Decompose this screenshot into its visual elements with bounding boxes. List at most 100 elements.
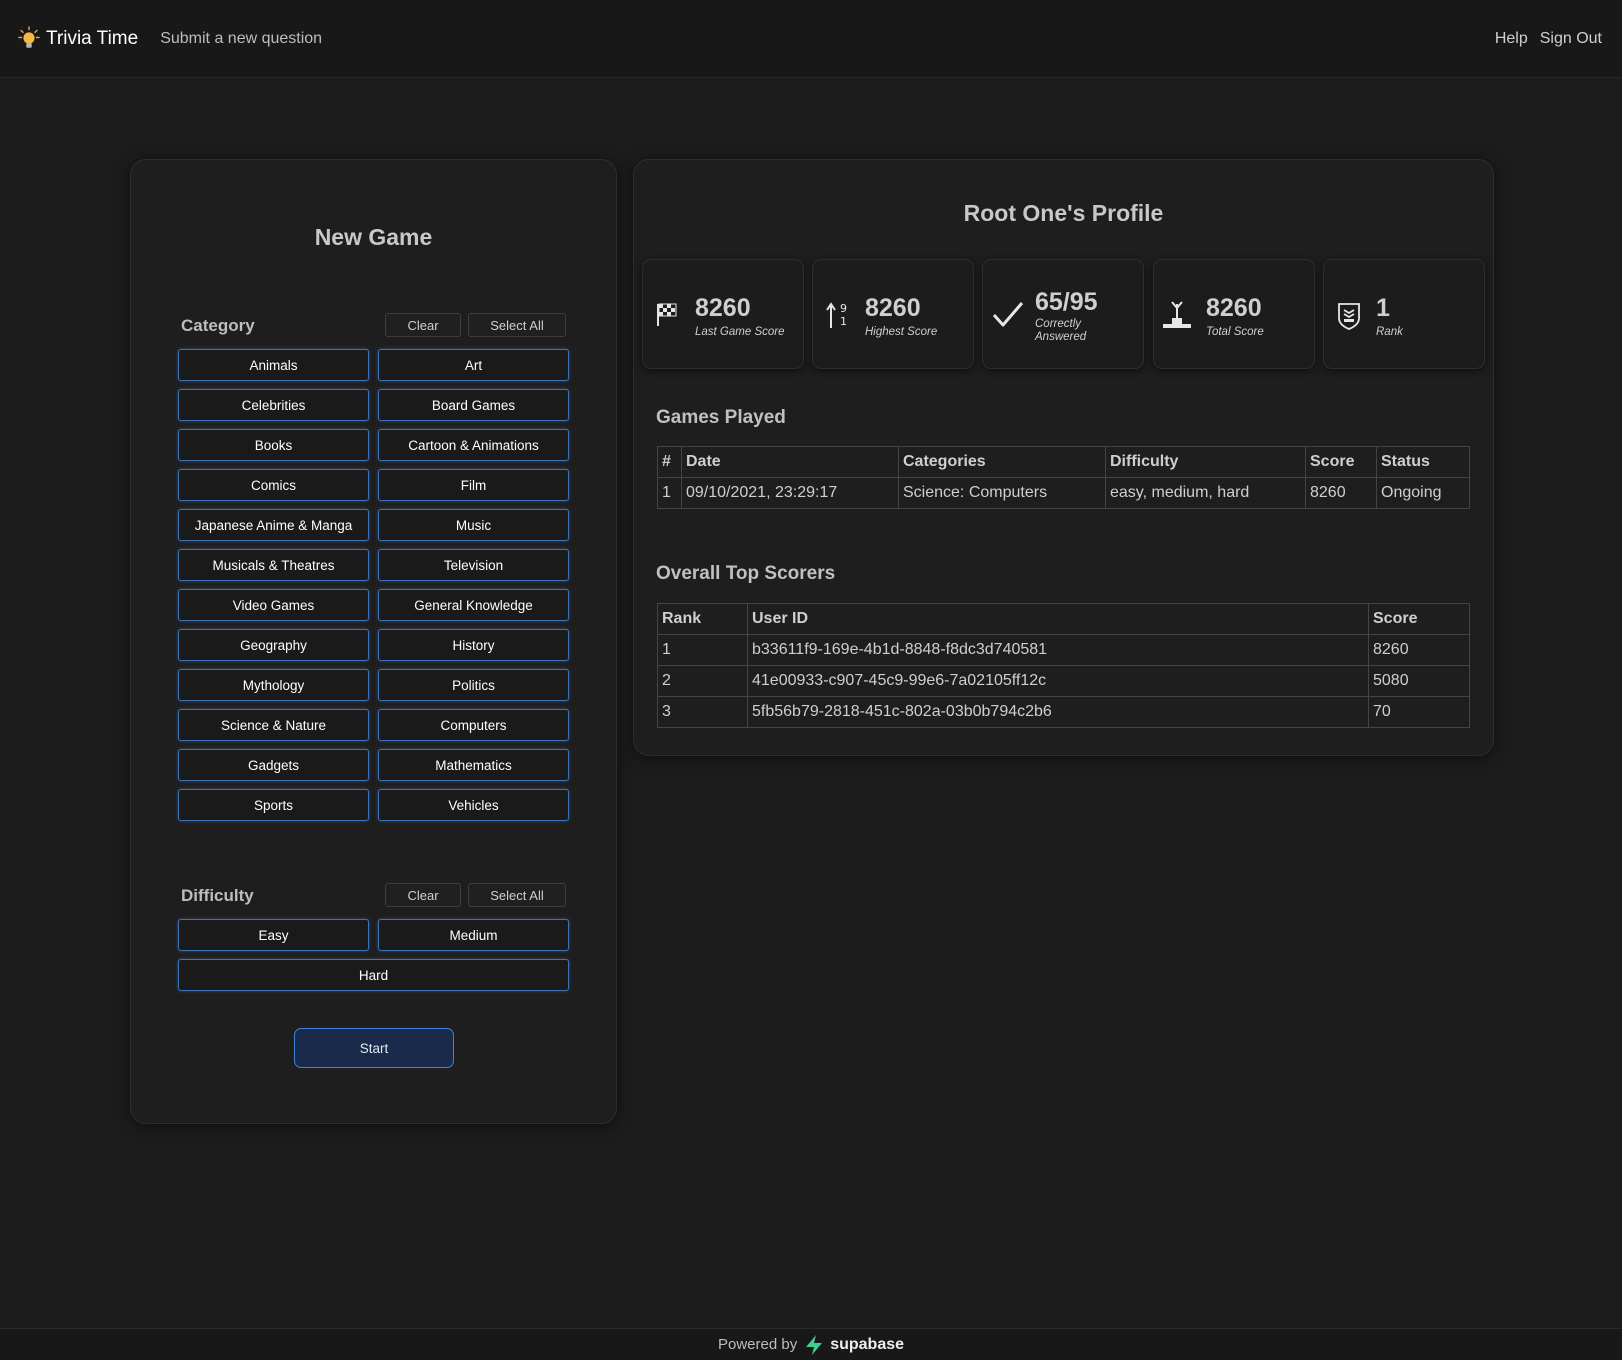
- category-option-science-nature[interactable]: Science & Nature: [178, 709, 369, 741]
- stat-value: 1: [1376, 294, 1390, 322]
- category-option-books[interactable]: Books: [178, 429, 369, 461]
- category-option-politics[interactable]: Politics: [378, 669, 569, 701]
- table-row: 2 41e00933-c907-45c9-99e6-7a02105ff12c 5…: [657, 665, 1470, 697]
- category-option-video-games[interactable]: Video Games: [178, 589, 369, 621]
- category-option-television[interactable]: Television: [378, 549, 569, 581]
- category-option-cartoon-animations[interactable]: Cartoon & Animations: [378, 429, 569, 461]
- stat-label: Highest Score: [865, 326, 938, 338]
- podium-icon: [1163, 301, 1191, 328]
- column-header: Score: [1305, 446, 1377, 478]
- footer: Powered by supabase: [0, 1328, 1622, 1360]
- checkered-flag-icon: [657, 303, 677, 326]
- table-cell: 70: [1368, 696, 1470, 728]
- category-option-history[interactable]: History: [378, 629, 569, 661]
- stat-card-highest-score: 9 1 8260 Highest Score: [812, 259, 974, 369]
- category-option-animals[interactable]: Animals: [178, 349, 369, 381]
- table-cell: Ongoing: [1376, 477, 1470, 509]
- difficulty-select-all-button[interactable]: Select All: [468, 883, 566, 907]
- category-option-gadgets[interactable]: Gadgets: [178, 749, 369, 781]
- stat-card-last-game-score: 8260 Last Game Score: [642, 259, 804, 369]
- stat-card-correctly-answered: 65/95 Correctly Answered: [982, 259, 1144, 369]
- supabase-bolt-icon[interactable]: [804, 1334, 824, 1356]
- category-option-mathematics[interactable]: Mathematics: [378, 749, 569, 781]
- column-header: Score: [1368, 603, 1470, 635]
- category-option-comics[interactable]: Comics: [178, 469, 369, 501]
- stat-label: Correctly Answered: [1035, 318, 1087, 343]
- difficulty-clear-button[interactable]: Clear: [385, 883, 461, 907]
- category-option-board-games[interactable]: Board Games: [378, 389, 569, 421]
- table-cell: b33611f9-169e-4b1d-8848-f8dc3d740581: [747, 634, 1369, 666]
- lightbulb-icon: [18, 25, 40, 48]
- category-option-computers[interactable]: Computers: [378, 709, 569, 741]
- svg-text:9: 9: [840, 302, 847, 315]
- table-cell: 5fb56b79-2818-451c-802a-03b0b794c2b6: [747, 696, 1369, 728]
- start-button[interactable]: Start: [294, 1028, 454, 1068]
- games-played-table: # Date Categories Difficulty Score Statu…: [657, 446, 1470, 509]
- stat-card-rank: 1 Rank: [1323, 259, 1485, 369]
- table-header-row: Rank User ID Score: [657, 603, 1470, 635]
- difficulty-label: Difficulty: [181, 886, 254, 905]
- rank-badge-icon: [1338, 303, 1360, 330]
- table-cell: 8260: [1305, 477, 1377, 509]
- difficulty-option-medium[interactable]: Medium: [378, 919, 569, 951]
- table-cell: 1: [657, 477, 682, 509]
- stat-value: 8260: [865, 294, 921, 322]
- category-option-sports[interactable]: Sports: [178, 789, 369, 821]
- profile-card: Root One's Profile 8260 Last Game Score …: [633, 159, 1494, 756]
- category-option-vehicles[interactable]: Vehicles: [378, 789, 569, 821]
- category-option-music[interactable]: Music: [378, 509, 569, 541]
- new-game-card: New Game Category Clear Select All Anima…: [130, 159, 617, 1124]
- difficulty-option-hard[interactable]: Hard: [178, 959, 569, 991]
- top-scorers-table: Rank User ID Score 1 b33611f9-169e-4b1d-…: [657, 603, 1470, 728]
- category-option-art[interactable]: Art: [378, 349, 569, 381]
- supabase-brand[interactable]: supabase: [830, 1336, 904, 1354]
- category-option-japanese-anime-manga[interactable]: Japanese Anime & Manga: [178, 509, 369, 541]
- table-cell: 3: [657, 696, 748, 728]
- checkmark-icon: [992, 302, 1024, 327]
- sign-out-link[interactable]: Sign Out: [1540, 30, 1602, 48]
- stat-label: Rank: [1376, 326, 1403, 338]
- powered-by-text: Powered by: [717, 1336, 798, 1353]
- table-cell: 5080: [1368, 665, 1470, 697]
- top-scorers-title: Overall Top Scorers: [656, 563, 836, 584]
- category-option-celebrities[interactable]: Celebrities: [178, 389, 369, 421]
- column-header: #: [657, 446, 682, 478]
- stat-label: Last Game Score: [695, 326, 785, 338]
- table-cell: 8260: [1368, 634, 1470, 666]
- sort-numeric-up-icon: 9 1: [826, 302, 847, 328]
- column-header: Date: [681, 446, 899, 478]
- table-cell: 2: [657, 665, 748, 697]
- brand[interactable]: Trivia Time: [18, 25, 138, 52]
- category-option-mythology[interactable]: Mythology: [178, 669, 369, 701]
- category-option-geography[interactable]: Geography: [178, 629, 369, 661]
- profile-title: Root One's Profile: [963, 200, 1164, 226]
- stat-card-total-score: 8260 Total Score: [1153, 259, 1315, 369]
- table-row: 1 09/10/2021, 23:29:17 Science: Computer…: [657, 477, 1470, 509]
- top-navbar: Trivia Time Submit a new question Help S…: [0, 0, 1622, 78]
- column-header: User ID: [747, 603, 1369, 635]
- stat-label: Total Score: [1206, 326, 1264, 338]
- category-option-musicals-theatres[interactable]: Musicals & Theatres: [178, 549, 369, 581]
- games-played-title: Games Played: [656, 407, 786, 428]
- category-option-film[interactable]: Film: [378, 469, 569, 501]
- category-select-all-button[interactable]: Select All: [468, 313, 566, 337]
- table-row: 3 5fb56b79-2818-451c-802a-03b0b794c2b6 7…: [657, 696, 1470, 728]
- new-game-title: New Game: [314, 224, 433, 250]
- svg-text:1: 1: [840, 315, 847, 328]
- category-clear-button[interactable]: Clear: [385, 313, 461, 337]
- table-cell: Science: Computers: [898, 477, 1106, 509]
- category-label: Category: [181, 316, 255, 335]
- column-header: Categories: [898, 446, 1106, 478]
- table-cell: 09/10/2021, 23:29:17: [681, 477, 899, 509]
- category-option-general-knowledge[interactable]: General Knowledge: [378, 589, 569, 621]
- column-header: Status: [1376, 446, 1470, 478]
- difficulty-option-easy[interactable]: Easy: [178, 919, 369, 951]
- submit-question-link[interactable]: Submit a new question: [160, 30, 322, 48]
- table-cell: easy, medium, hard: [1105, 477, 1306, 509]
- stat-value: 8260: [695, 294, 751, 322]
- table-cell: 1: [657, 634, 748, 666]
- stat-value: 65/95: [1035, 288, 1098, 316]
- table-cell: 41e00933-c907-45c9-99e6-7a02105ff12c: [747, 665, 1369, 697]
- table-row: 1 b33611f9-169e-4b1d-8848-f8dc3d740581 8…: [657, 634, 1470, 666]
- help-link[interactable]: Help: [1495, 30, 1528, 48]
